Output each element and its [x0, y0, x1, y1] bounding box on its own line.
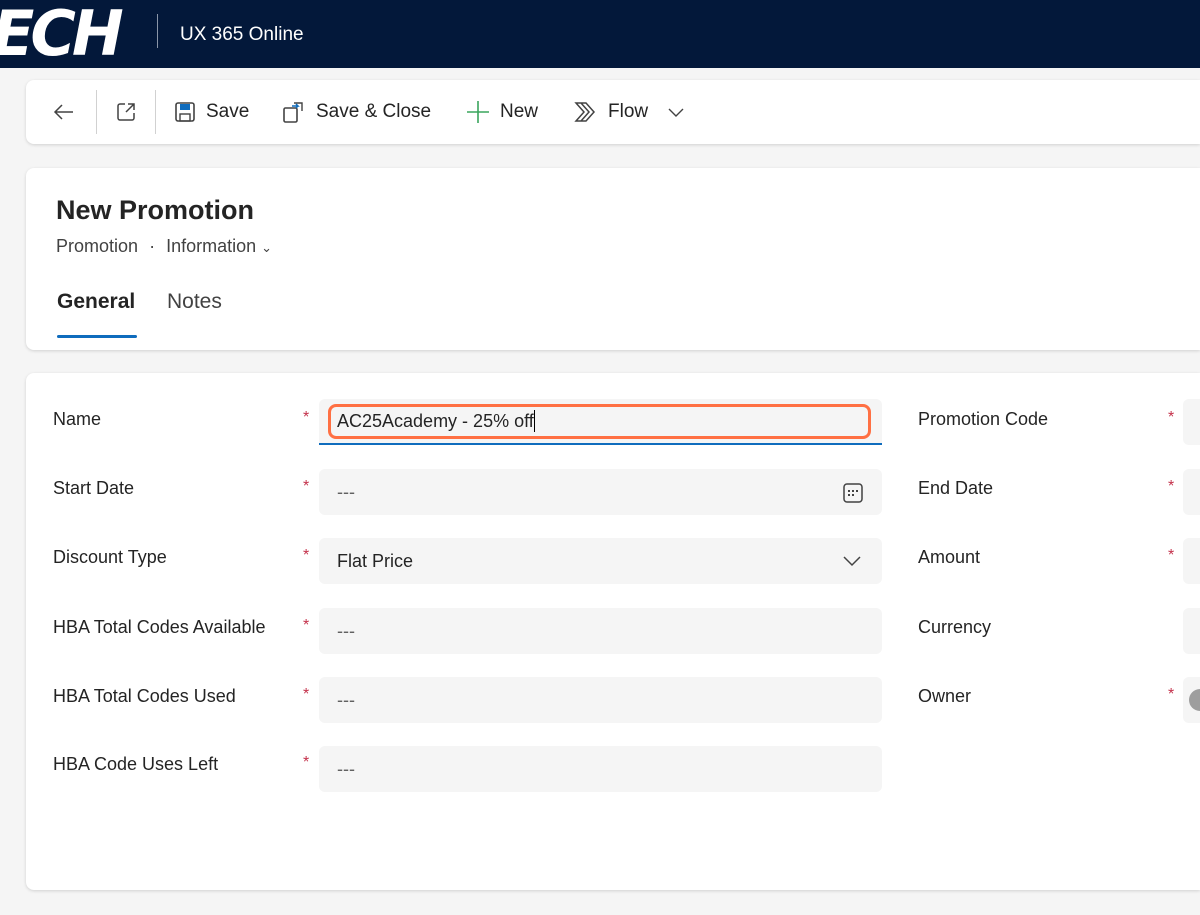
total-codes-used-label: HBA Total Codes Used: [53, 686, 236, 706]
plus-icon: [467, 101, 489, 123]
discount-type-value: Flat Price: [337, 550, 414, 571]
chevron-down-icon: ⌄: [261, 240, 273, 255]
new-label: New: [500, 101, 539, 122]
promotion-code-input[interactable]: [1183, 399, 1200, 445]
field-value: ---: [337, 758, 355, 779]
required-icon: *: [1168, 478, 1175, 495]
amount-label: Amount: [918, 547, 981, 567]
discount-type-select[interactable]: Flat Price: [319, 538, 882, 584]
flow-label: Flow: [608, 101, 649, 122]
required-icon: *: [1168, 409, 1175, 426]
divider: [155, 90, 156, 134]
highlight-box: [328, 404, 871, 439]
required-icon: *: [303, 409, 310, 426]
tab-general[interactable]: General: [57, 290, 135, 314]
currency-label: Currency: [918, 617, 992, 637]
total-codes-available-input[interactable]: ---: [319, 608, 882, 654]
save-close-button[interactable]: Save & Close: [282, 80, 431, 144]
total-codes-available-label: HBA Total Codes Available: [53, 617, 266, 637]
chevron-down-icon[interactable]: [666, 102, 686, 122]
new-button[interactable]: New: [466, 80, 538, 144]
save-close-label: Save & Close: [316, 101, 432, 122]
amount-input[interactable]: [1183, 538, 1200, 584]
divider: [96, 90, 97, 134]
code-uses-left-label: HBA Code Uses Left: [53, 754, 219, 774]
start-date-label: Start Date: [53, 478, 135, 498]
logo: ECH: [0, 0, 124, 70]
required-icon: *: [303, 547, 310, 564]
field-value: ---: [337, 689, 355, 710]
code-uses-left-input[interactable]: ---: [319, 746, 882, 792]
app-title[interactable]: UX 365 Online: [180, 24, 304, 46]
save-label: Save: [206, 101, 250, 122]
currency-lookup[interactable]: [1183, 608, 1200, 654]
calendar-icon[interactable]: [842, 482, 864, 504]
open-external-icon: [117, 103, 135, 121]
record-header: New Promotion Promotion · Information ⌄ …: [26, 168, 1200, 350]
form-name: Information: [166, 236, 257, 256]
required-icon: *: [303, 686, 310, 703]
back-arrow-icon: [53, 104, 73, 120]
active-tab-indicator: [57, 335, 137, 338]
discount-type-label: Discount Type: [53, 547, 167, 567]
owner-lookup[interactable]: [1183, 677, 1200, 723]
top-bar: ECH UX 365 Online: [0, 0, 1200, 68]
name-label: Name: [53, 409, 102, 429]
general-form: Name * AC25Academy - 25% off Start Date …: [26, 373, 1200, 890]
required-icon: *: [303, 617, 310, 634]
chevron-down-icon: [843, 556, 861, 567]
entity-name: Promotion: [56, 236, 139, 256]
field-value: ---: [337, 620, 355, 641]
end-date-input[interactable]: [1183, 469, 1200, 515]
open-new-window-button[interactable]: [114, 80, 138, 144]
flow-button[interactable]: Flow: [574, 80, 686, 144]
start-date-value: ---: [337, 481, 355, 502]
tab-notes[interactable]: Notes: [167, 290, 222, 314]
breadcrumb: Promotion · Information ⌄: [56, 236, 272, 257]
crumb-separator: ·: [149, 236, 156, 256]
flow-icon: [574, 102, 596, 122]
required-icon: *: [1168, 686, 1175, 703]
promotion-code-label: Promotion Code: [918, 409, 1049, 429]
form-selector[interactable]: Information ⌄: [166, 236, 272, 256]
command-bar: Save Save & Close New Flow: [26, 80, 1200, 144]
divider: [157, 14, 158, 48]
name-input[interactable]: AC25Academy - 25% off: [319, 399, 882, 445]
save-icon: [175, 102, 195, 122]
total-codes-used-input[interactable]: ---: [319, 677, 882, 723]
save-close-icon: [283, 102, 303, 123]
start-date-input[interactable]: ---: [319, 469, 882, 515]
required-icon: *: [303, 754, 310, 771]
owner-label: Owner: [918, 686, 972, 706]
required-icon: *: [303, 478, 310, 495]
required-icon: *: [1168, 547, 1175, 564]
back-button[interactable]: [52, 80, 76, 144]
avatar: [1189, 689, 1200, 711]
end-date-label: End Date: [918, 478, 994, 498]
save-button[interactable]: Save: [174, 80, 249, 144]
page-title: New Promotion: [56, 195, 255, 225]
